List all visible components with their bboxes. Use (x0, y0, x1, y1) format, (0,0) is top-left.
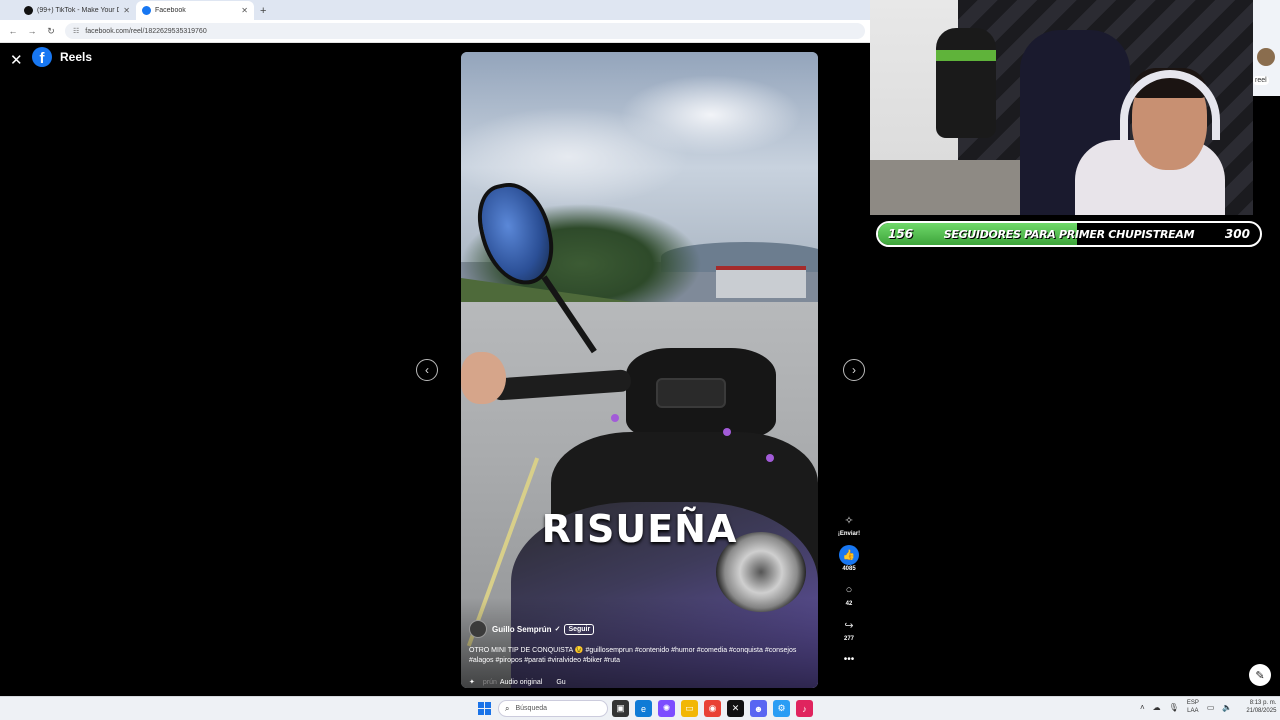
like-icon[interactable]: 👍 (839, 545, 859, 565)
profile-avatar[interactable] (1257, 48, 1275, 66)
reload-icon[interactable]: ↻ (44, 24, 58, 38)
tiktok-icon (24, 6, 33, 15)
close-tab-icon[interactable]: ✕ (241, 6, 248, 15)
language-indicator[interactable]: ESP LAA (1187, 699, 1199, 715)
screen: (99+) TikTok - Make Your Day ✕ Facebook … (0, 0, 1280, 720)
address-bar[interactable]: ☷ facebook.com/reel/1822629535319760 (65, 23, 865, 39)
tab-title: Facebook (155, 7, 186, 14)
audio-label: Audio original (499, 678, 543, 686)
volume-icon[interactable]: 🔈 (1222, 703, 1232, 712)
reel-description: OTRO MINI TIP DE CONQUISTA 😉 #guillosemp… (469, 647, 797, 664)
video-bottom-gradient (461, 598, 818, 688)
compose-icon[interactable]: ✎ (1249, 664, 1271, 686)
search-placeholder: Búsqueda (515, 705, 548, 712)
close-tab-icon[interactable]: ✕ (123, 6, 130, 15)
lang-bottom: LAA (1187, 708, 1199, 714)
goal-text: 156 SEGUIDORES PARA PRIMER CHUPISTREAM 3… (878, 227, 1260, 241)
edge-icon[interactable]: e (635, 700, 652, 717)
video-hand (461, 352, 506, 404)
system-tray: ˄ ☁ 🎙 ESP LAA ▭ 🔈 8:13 p. m. 21/08/2025 (1140, 699, 1276, 715)
copilot-icon[interactable]: ✺ (658, 700, 675, 717)
share-icon[interactable]: ↪ (839, 615, 859, 635)
video-bolt (766, 454, 774, 462)
comment-icon[interactable]: ○ (839, 580, 859, 600)
video-bolt (723, 428, 731, 436)
like-count: 4085 (842, 566, 856, 572)
sparkle-icon: ✦ (469, 679, 475, 686)
windows-start-icon[interactable] (478, 702, 491, 715)
follow-button[interactable]: Seguir (564, 623, 595, 635)
chevron-up-icon[interactable]: ˄ (1140, 703, 1145, 712)
close-icon[interactable]: ✕ (10, 51, 23, 69)
more-options-icon[interactable]: ••• (844, 654, 855, 665)
tiktok-live-icon[interactable]: ♪ (796, 700, 813, 717)
site-info-icon[interactable]: ☷ (73, 27, 79, 35)
browser-toolbar: ← → ↻ ☷ facebook.com/reel/18226295353197… (0, 20, 870, 43)
send-label: ¡Enviar! (837, 531, 861, 537)
page-title: Reels (60, 50, 93, 64)
tab-title: (99+) TikTok - Make Your Day (37, 7, 120, 14)
reel-chip[interactable]: reel (1253, 76, 1269, 85)
second-window-sliver: reel (1253, 0, 1280, 96)
url-text: facebook.com/reel/1822629535319760 (85, 27, 207, 35)
reel-actions: ✧ ¡Enviar! 👍 4085 ○ 42 ↪ 277 ••• (835, 510, 863, 666)
video-bolt (611, 414, 619, 422)
taskbar-search[interactable]: ⌕ Búsqueda (498, 700, 608, 717)
new-tab-button[interactable]: + (260, 1, 266, 20)
discord-icon[interactable]: ☻ (750, 700, 767, 717)
search-icon: ⌕ (505, 703, 510, 713)
verified-icon: ✓ (554, 626, 561, 633)
lang-top: ESP (1186, 700, 1199, 706)
tab-tiktok[interactable]: (99+) TikTok - Make Your Day ✕ (18, 1, 136, 20)
comment-count: 42 (845, 601, 853, 607)
clock-time: 8:13 p. m. (1249, 700, 1277, 706)
network-icon[interactable]: ☁ (1153, 703, 1161, 712)
send-icon[interactable]: ✧ (839, 510, 859, 530)
video-caption-overlay: RISUEÑA (541, 507, 738, 551)
steam-icon[interactable]: ⚙ (773, 700, 790, 717)
reel-video[interactable]: RISUEÑA Guillo Semprún ✓ Seguir OTRO MIN… (461, 52, 818, 688)
next-reel-button[interactable]: › (843, 359, 865, 381)
video-building (716, 266, 806, 298)
back-icon[interactable]: ← (6, 24, 20, 38)
goal-current: 156 (888, 227, 914, 241)
goal-target: 300 (1224, 227, 1250, 241)
capcut-icon[interactable]: ✕ (727, 700, 744, 717)
browser-tab-strip: (99+) TikTok - Make Your Day ✕ Facebook … (0, 0, 870, 20)
previous-reel-button[interactable]: ‹ (416, 359, 438, 381)
author-name[interactable]: Guillo Semprún (492, 625, 552, 634)
audio-suffix: Gu (556, 678, 566, 686)
audio-prefix: prún (482, 678, 497, 686)
clock-date: 21/08/2025 (1246, 708, 1277, 714)
microphone-icon[interactable]: 🎙 (1169, 703, 1179, 712)
clock[interactable]: 8:13 p. m. 21/08/2025 (1246, 699, 1276, 715)
facebook-icon (142, 6, 151, 15)
display-icon[interactable]: ▭ (1207, 703, 1215, 712)
facebook-logo[interactable]: f (32, 47, 52, 67)
chrome-icon[interactable]: ◉ (704, 700, 721, 717)
file-explorer-icon[interactable]: ▭ (681, 700, 698, 717)
reel-author: Guillo Semprún ✓ Seguir (469, 620, 595, 638)
taskbar: ⌕ Búsqueda ▣ e ✺ ▭ ◉ ✕ ☻ ⚙ ♪ ˄ ☁ 🎙 ESP L… (0, 696, 1280, 720)
tab-facebook[interactable]: Facebook ✕ (136, 1, 254, 20)
avatar[interactable] (469, 620, 487, 638)
forward-icon[interactable]: → (25, 24, 39, 38)
share-count: 277 (843, 636, 854, 642)
reel-audio[interactable]: ✦ prún Audio original Gu (469, 678, 566, 687)
webcam-overlay (870, 0, 1253, 215)
video-gauge (656, 378, 726, 408)
taskbar-apps: ▣ e ✺ ▭ ◉ ✕ ☻ ⚙ ♪ (612, 700, 819, 717)
goal-label: SEGUIDORES PARA PRIMER CHUPISTREAM (943, 227, 1195, 241)
webcam-gaming-chair-green (936, 28, 996, 138)
task-view-icon[interactable]: ▣ (612, 700, 629, 717)
follower-goal-bar: 156 SEGUIDORES PARA PRIMER CHUPISTREAM 3… (876, 221, 1262, 247)
